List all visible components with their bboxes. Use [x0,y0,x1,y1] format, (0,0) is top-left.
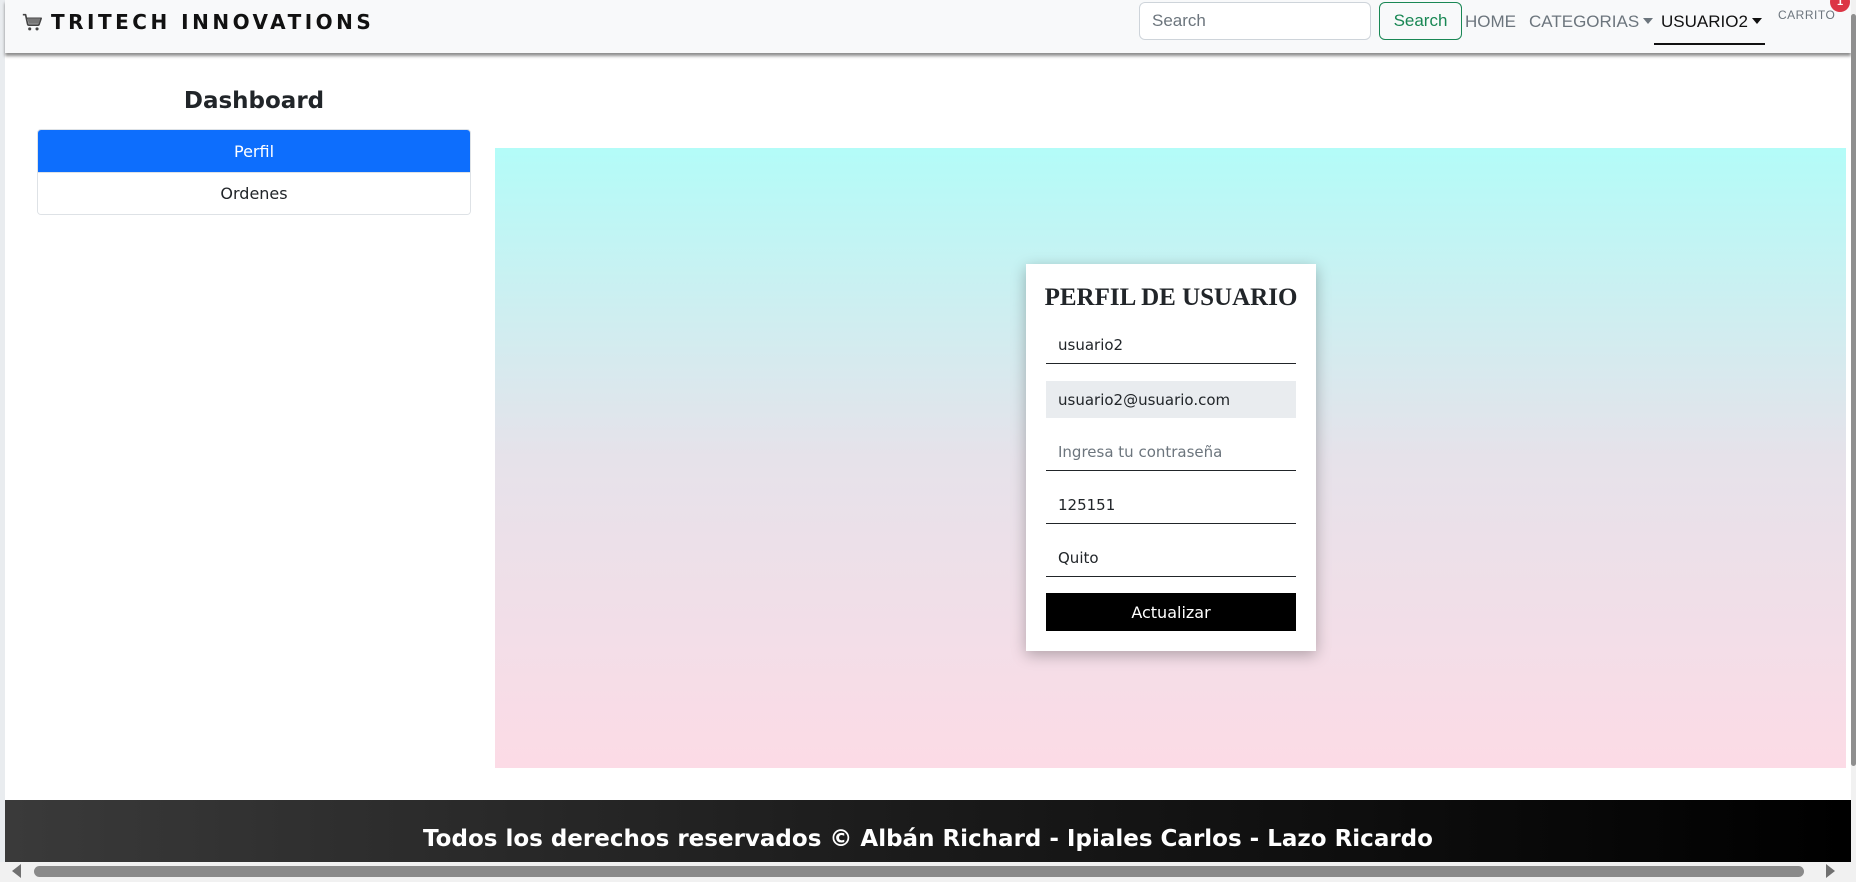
brand-logo[interactable]: TRITECH INNOVATIONS [21,10,374,34]
nav-categorias-label: CATEGORIAS [1529,12,1640,31]
nav-dropdown-usuario[interactable]: USUARIO2 [1661,12,1762,32]
username-field[interactable] [1046,327,1296,364]
city-field[interactable] [1046,540,1296,577]
nav-link-home[interactable]: HOME [1465,12,1516,32]
nav-usuario-label: USUARIO2 [1661,12,1748,31]
nav-dropdown-categorias[interactable]: CATEGORIAS [1529,12,1654,32]
caret-down-icon [1643,18,1654,24]
caret-down-icon [1751,18,1762,24]
password-field[interactable] [1046,434,1296,471]
sidebar-menu: Perfil Ordenes [37,129,471,215]
nav-link-carrito[interactable]: CARRITO [1778,8,1835,22]
shopping-cart-icon [21,11,43,33]
email-field [1046,381,1296,418]
scroll-left-arrow-icon[interactable] [12,864,21,878]
update-button[interactable]: Actualizar [1046,593,1296,631]
search-input[interactable] [1139,2,1371,40]
page-footer: Todos los derechos reservados © Albán Ri… [5,800,1851,862]
active-nav-underline [1654,43,1765,45]
profile-title: PERFIL DE USUARIO [1044,284,1298,311]
horizontal-scrollbar-thumb[interactable] [34,866,1804,877]
vertical-scrollbar-thumb[interactable] [1851,14,1856,766]
phone-field[interactable] [1046,487,1296,524]
brand-name: TRITECH INNOVATIONS [51,10,375,34]
footer-copyright: Todos los derechos reservados © Albán Ri… [423,826,1433,852]
page-left-border [0,0,5,882]
dashboard-title: Dashboard [183,88,325,114]
top-navbar: TRITECH INNOVATIONS Search HOME CATEGORI… [5,0,1851,53]
scroll-right-arrow-icon[interactable] [1826,864,1835,878]
search-button[interactable]: Search [1379,2,1462,40]
sidebar-item-ordenes[interactable]: Ordenes [38,172,470,214]
sidebar-item-perfil[interactable]: Perfil [38,130,470,172]
